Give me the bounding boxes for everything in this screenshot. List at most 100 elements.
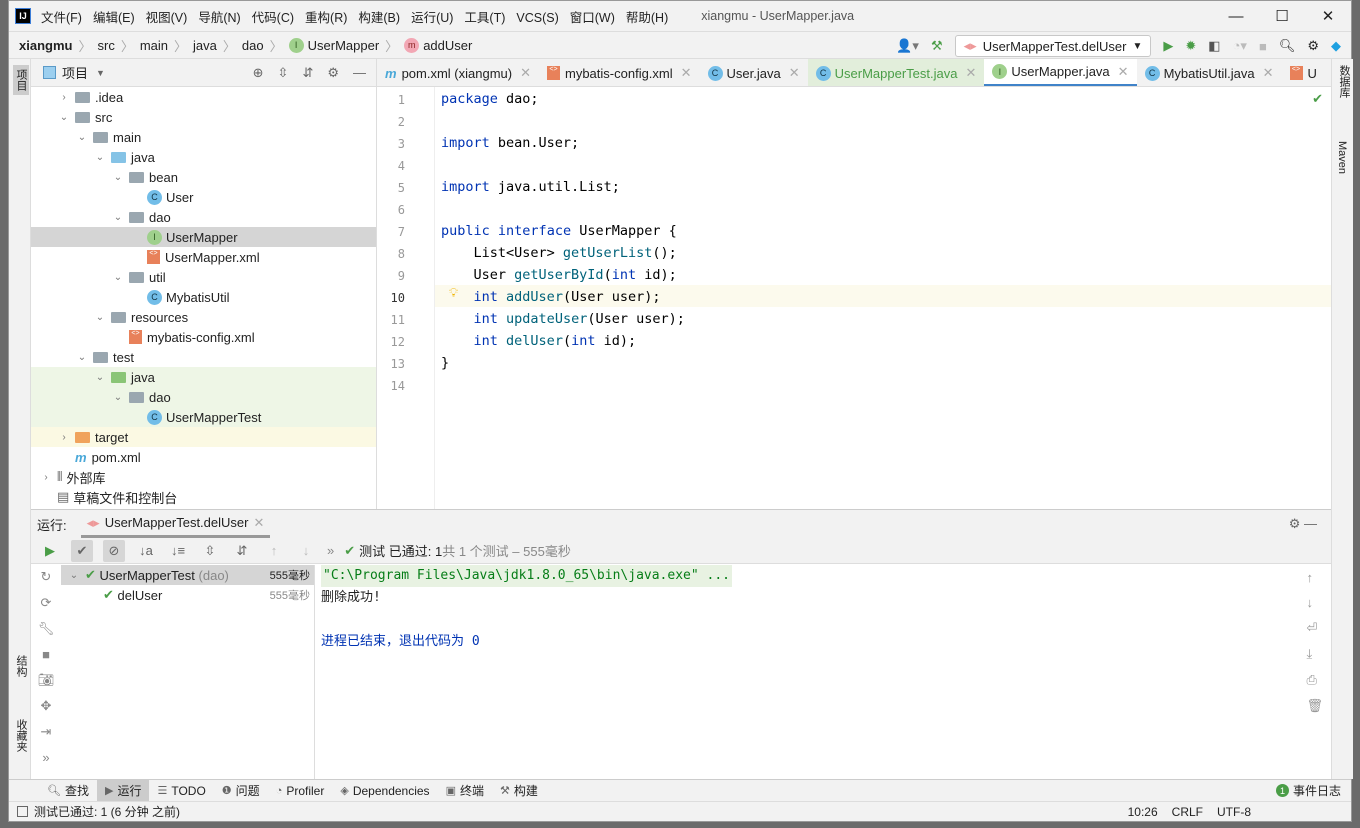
chevron-down-icon[interactable]: ▼	[96, 68, 105, 78]
build-hammer-icon[interactable]: ⚒	[931, 38, 943, 54]
exit-icon[interactable]: ⇥	[41, 724, 52, 740]
tool-window-button[interactable]: ▣ 终端	[438, 780, 492, 802]
expand-arrow-icon[interactable]: ›	[57, 432, 71, 443]
tree-item[interactable]: ⌄ dao	[31, 207, 376, 227]
menu-item[interactable]: 运行(U)	[411, 11, 453, 25]
structure-tool-tab[interactable]: 结构	[13, 655, 29, 677]
run-config-select[interactable]: ◂▸ UserMapperTest.delUser ▼	[954, 35, 1152, 57]
run-icon[interactable]: ▶	[1163, 38, 1173, 54]
breadcrumb-item[interactable]: main	[140, 38, 168, 53]
toolbox-icon[interactable]: ◆	[1331, 38, 1341, 54]
tool-window-button[interactable]: ◔ Profiler	[268, 780, 333, 802]
menu-item[interactable]: 导航(N)	[198, 11, 240, 25]
tree-item[interactable]: <> UserMapper.xml	[31, 247, 376, 267]
close-tab-icon[interactable]: ✕	[1263, 65, 1274, 81]
close-tab-icon[interactable]: ✕	[1118, 64, 1129, 80]
tree-item[interactable]: C UserMapperTest	[31, 407, 376, 427]
tool-window-button[interactable]: 🔍︎ 查找	[39, 780, 97, 802]
maven-tool-tab[interactable]: Maven	[1336, 141, 1348, 174]
tree-item[interactable]: › .idea	[31, 87, 376, 107]
tree-item[interactable]: C User	[31, 187, 376, 207]
more-icon[interactable]: »	[327, 543, 334, 558]
encoding[interactable]: UTF-8	[1217, 805, 1251, 819]
menu-item[interactable]: VCS(S)	[516, 11, 558, 25]
tree-item[interactable]: › target	[31, 427, 376, 447]
scroll-end-icon[interactable]: ⤓	[1306, 646, 1323, 662]
gear-icon[interactable]: ⚙	[1307, 38, 1319, 54]
user-icon[interactable]: 👤▾	[896, 38, 919, 54]
toggle-tool-windows-icon[interactable]	[17, 806, 28, 817]
project-tool-tab[interactable]: 项目	[13, 65, 29, 95]
expand-all-icon[interactable]: ⇳	[199, 540, 221, 562]
menu-item[interactable]: 工具(T)	[464, 11, 505, 25]
editor-tab[interactable]: <> mybatis-config.xml ✕	[539, 59, 700, 86]
bulb-icon[interactable]: 💡︎	[449, 285, 458, 301]
close-tab-icon[interactable]: ✕	[681, 65, 692, 81]
collapse-all-icon[interactable]: ⇵	[231, 540, 253, 562]
toggle-auto-test-icon[interactable]: ⟳	[41, 595, 52, 611]
maximize-button[interactable]: ☐	[1259, 1, 1305, 31]
expand-arrow-icon[interactable]: ⌄	[111, 392, 125, 403]
close-tab-icon[interactable]: ✕	[789, 65, 800, 81]
inspection-ok-icon[interactable]: ✔	[1312, 91, 1323, 107]
tool-window-button[interactable]: ☰ TODO	[149, 780, 213, 802]
menu-item[interactable]: 编辑(E)	[93, 11, 135, 25]
tree-item[interactable]: ⌄ dao	[31, 387, 376, 407]
gear-icon[interactable]: ⚙ —	[1289, 516, 1317, 532]
expand-arrow-icon[interactable]: ⌄	[75, 352, 89, 363]
expand-arrow-icon[interactable]: ⌄	[111, 272, 125, 283]
expand-arrow-icon[interactable]: ›	[57, 92, 71, 103]
breadcrumb-item[interactable]: src	[97, 38, 114, 53]
rerun-failed-icon[interactable]: ↻	[41, 569, 52, 585]
test-suite-row[interactable]: ⌄ ✔ UserMapperTest (dao) 555毫秒	[61, 565, 314, 585]
stop-icon[interactable]: ■	[42, 647, 50, 662]
expand-arrow-icon[interactable]: ⌄	[75, 132, 89, 143]
editor-tab[interactable]: C MybatisUtil.java ✕	[1137, 59, 1282, 86]
locate-icon[interactable]: ⊕	[253, 65, 264, 81]
show-passed-icon[interactable]: ✔	[71, 539, 93, 562]
print-icon[interactable]: ⎙	[1306, 672, 1323, 688]
more-icon[interactable]: »	[42, 750, 49, 765]
tree-item[interactable]: ▤ 草稿文件和控制台	[31, 487, 376, 507]
minimize-button[interactable]: —	[1213, 1, 1259, 31]
tool-window-button[interactable]: ⚒ 构建	[492, 780, 546, 802]
tool-window-button[interactable]: ◈ Dependencies	[332, 780, 437, 802]
tree-item[interactable]: ⌄ bean	[31, 167, 376, 187]
expand-arrow-icon[interactable]: ⌄	[93, 312, 107, 323]
soft-wrap-icon[interactable]: ⏎	[1306, 620, 1323, 636]
test-case-row[interactable]: ✔ delUser 555毫秒	[61, 585, 314, 605]
tree-item[interactable]: I UserMapper	[31, 227, 376, 247]
menu-item[interactable]: 重构(R)	[305, 11, 347, 25]
editor-tab[interactable]: C UserMapperTest.java ✕	[807, 59, 985, 86]
tool-window-button[interactable]: ▶ 运行	[96, 779, 150, 802]
next-icon[interactable]: ↓	[295, 540, 317, 562]
close-tab-icon[interactable]: ✕	[520, 65, 531, 81]
expand-arrow-icon[interactable]: ⌄	[57, 112, 71, 123]
sort-alpha-icon[interactable]: ↓a	[135, 540, 157, 562]
run-tab[interactable]: ◂▸ UserMapperTest.delUser ✕	[80, 510, 271, 538]
profile-icon[interactable]: ◔▾	[1233, 38, 1247, 54]
tree-item[interactable]: ⌄ java	[31, 147, 376, 167]
breadcrumb-item[interactable]: java	[193, 38, 217, 53]
sort-duration-icon[interactable]: ↓≡	[167, 540, 189, 562]
breadcrumb-item[interactable]: UserMapper	[308, 38, 380, 53]
menu-item[interactable]: 帮助(H)	[626, 11, 668, 25]
camera-icon[interactable]: 📷︎	[38, 672, 55, 688]
tree-item[interactable]: › ⫴ 外部库	[31, 467, 376, 487]
console-output[interactable]: "C:\Program Files\Java\jdk1.8.0_65\bin\j…	[321, 565, 732, 653]
close-tab-icon[interactable]: ✕	[965, 65, 976, 81]
breadcrumb-item[interactable]: addUser	[423, 38, 472, 53]
tree-item[interactable]: C MybatisUtil	[31, 287, 376, 307]
tree-item[interactable]: ⌄ java	[31, 367, 376, 387]
breadcrumb-item[interactable]: dao	[242, 38, 264, 53]
tree-item[interactable]: ⌄ main	[31, 127, 376, 147]
menu-item[interactable]: 文件(F)	[41, 11, 82, 25]
tree-item[interactable]: <> mybatis-config.xml	[31, 327, 376, 347]
code-editor[interactable]: 1 2 3 4 5 6 7 8 9 10 11 12 13 14 package dao; import b…	[377, 87, 1331, 509]
expand-arrow-icon[interactable]: ⌄	[111, 172, 125, 183]
trash-icon[interactable]: 🗑︎	[1306, 698, 1323, 714]
line-separator[interactable]: CRLF	[1172, 805, 1203, 819]
editor-tab[interactable]: m pom.xml (xiangmu) ✕	[377, 59, 539, 86]
rerun-icon[interactable]: ▶	[39, 540, 61, 562]
event-log-button[interactable]: 1 事件日志	[1275, 782, 1341, 799]
